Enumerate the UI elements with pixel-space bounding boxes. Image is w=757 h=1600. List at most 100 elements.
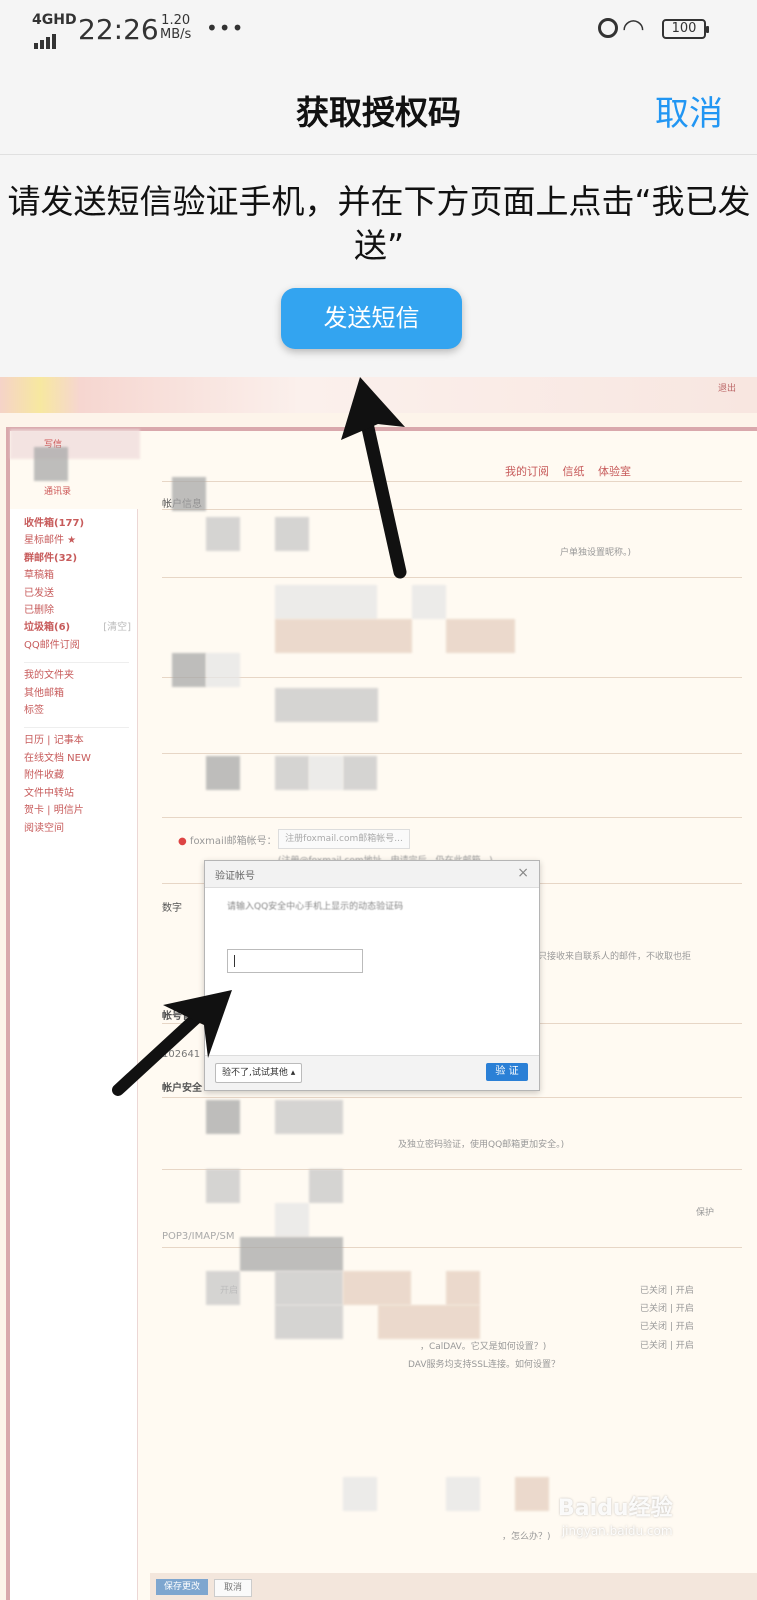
blurred-block — [343, 1271, 411, 1305]
blurred-block — [172, 477, 206, 511]
foxmail-label: ● foxmail邮箱帐号： — [178, 832, 277, 847]
imap-note: ，CalDAV。它又是如何设置？) — [420, 1342, 547, 1352]
foxmail-icon: ● — [178, 836, 187, 847]
security-note: 及独立密码验证，使用QQ邮箱更加安全。) — [398, 1140, 565, 1150]
toggle-1: 已关闭 | 开启 — [640, 1286, 694, 1296]
instruction-text: 请发送短信验证手机，并在下方页面上点击“我已发送” — [7, 182, 751, 265]
speed-unit: MB/s — [160, 27, 192, 42]
cancel-changes-button: 取消 — [214, 1579, 252, 1597]
blurred-block — [240, 1237, 343, 1271]
blurred-block — [206, 756, 240, 790]
blurred-block — [172, 653, 206, 687]
divider — [24, 721, 129, 729]
blurred-block — [34, 447, 68, 481]
blurred-block — [275, 1305, 343, 1339]
spam-label: 垃圾箱(6) — [24, 622, 71, 634]
settings-tabs: 我的订阅 信纸 体验室 — [505, 465, 631, 478]
blurred-block — [515, 1477, 549, 1511]
logout-link: 退出 — [718, 384, 737, 394]
sidebar-item-reading: 阅读空间 — [24, 822, 64, 834]
section-account-security: 帐户安全 — [162, 1083, 202, 1094]
blurred-block — [275, 1271, 343, 1305]
speed-value: 1.20 — [161, 13, 191, 28]
sidebar-item-group: 群邮件(32) — [24, 552, 78, 564]
section-account-mgmt: 帐号管 — [162, 1011, 192, 1022]
blurred-block — [206, 653, 240, 687]
verification-code-input — [227, 949, 363, 973]
more-notifications-icon: ••• — [206, 16, 245, 40]
compose-area — [10, 429, 140, 459]
divider — [162, 1169, 742, 1170]
divider — [24, 656, 129, 664]
alarm-icon — [598, 18, 618, 38]
blurred-block — [275, 756, 309, 790]
dialog-hint: 请输入QQ安全中心手机上显示的动态验证码 — [227, 902, 404, 912]
blurred-block — [309, 756, 343, 790]
contacts-link: 通讯录 — [44, 487, 72, 497]
blurred-block — [275, 1203, 309, 1237]
blurred-block — [343, 1477, 377, 1511]
toggle-2: 已关闭 | 开启 — [640, 1304, 694, 1314]
signal-icon — [34, 30, 58, 49]
blurred-block — [206, 1169, 240, 1203]
sidebar-item-sent: 已发送 — [24, 587, 54, 599]
section-digital: 数字 — [162, 903, 182, 914]
toggle-4: 已关闭 | 开启 — [640, 1341, 694, 1351]
foxmail-text: foxmail邮箱帐号： — [189, 836, 277, 847]
nav-bar: 获取授权码 取消 — [0, 58, 757, 155]
verify-dialog: 验证帐号 × 请输入QQ安全中心手机上显示的动态验证码 验不了,试试其他 ▴ 验… — [204, 860, 540, 1091]
divider — [162, 817, 742, 818]
blurred-block — [412, 585, 446, 619]
settings-bottom-bar: 保存更改 取消 — [150, 1573, 757, 1600]
divider — [162, 509, 742, 510]
blurred-block — [275, 585, 377, 619]
blurred-block — [206, 1271, 240, 1305]
sidebar-item-file-transfer: 文件中转站 — [24, 787, 74, 799]
clear-link: [清空] — [103, 622, 131, 634]
dialog-header: 验证帐号 × — [205, 861, 539, 888]
try-other-button: 验不了,试试其他 ▴ — [215, 1063, 303, 1083]
toggle-3: 已关闭 | 开启 — [640, 1322, 694, 1332]
baidu-watermark: Baidu经验 jingyan.baidu.com — [558, 1490, 673, 1538]
dialog-title: 验证帐号 — [215, 871, 255, 882]
watermark-brand: Baidu经验 — [558, 1496, 673, 1521]
blurred-block — [446, 1477, 480, 1511]
sidebar-item-folders: 我的文件夹 — [24, 670, 74, 682]
verify-button: 验 证 — [486, 1063, 528, 1081]
blurred-block — [343, 756, 377, 790]
sidebar-item-drafts: 草稿箱 — [24, 570, 54, 582]
blurred-block — [275, 688, 378, 722]
sidebar-item-inbox: 收件箱(177) — [24, 518, 85, 529]
bottom-note: ，怎么办？) — [502, 1532, 551, 1542]
sidebar-item-starred: 星标邮件 ★ — [24, 535, 77, 547]
sidebar-item-spam: 垃圾箱(6) [清空] — [24, 619, 137, 636]
screenshot-top-strip — [0, 377, 757, 413]
battery-icon: 100 — [662, 19, 709, 39]
sidebar-item-tags: 标签 — [24, 705, 44, 717]
sidebar-item-other-mail: 其他邮箱 — [24, 687, 64, 699]
sidebar-item-cards: 贺卡 | 明信片 — [24, 805, 84, 817]
blurred-block — [446, 1271, 480, 1305]
blurred-block — [206, 517, 240, 551]
section-pop: POP3/IMAP/SM — [162, 1231, 235, 1242]
blurred-block — [275, 619, 412, 653]
blurred-block — [206, 1100, 240, 1134]
sidebar-item-calendar: 日历 | 记事本 — [24, 735, 84, 747]
page-title: 获取授权码 — [296, 93, 461, 132]
watermark-url: jingyan.baidu.com — [561, 1524, 673, 1538]
send-sms-button[interactable]: 发送短信 — [281, 288, 462, 349]
divider — [162, 577, 742, 578]
sidebar-item-subscriptions: QQ邮件订阅 — [24, 639, 80, 651]
blurred-block — [275, 1100, 343, 1134]
network-type: 4GHD — [32, 12, 77, 28]
foxmail-register-button: 注册foxmail.com邮箱帐号... — [278, 829, 410, 849]
tutorial-screenshot: 退出 写信 通讯录 收件箱(177) 星标邮件 ★ 群邮件(32) 草稿箱 已发… — [0, 377, 757, 1600]
sidebar-item-docs: 在线文档 NEW — [24, 752, 91, 764]
protect-note: 保护 — [696, 1208, 715, 1218]
dialog-footer: 验不了,试试其他 ▴ 验 证 — [205, 1055, 539, 1090]
save-changes-button: 保存更改 — [156, 1579, 208, 1595]
cancel-button[interactable]: 取消 — [655, 86, 723, 135]
blurred-block — [446, 619, 515, 653]
blurred-block — [378, 1305, 480, 1339]
network-speed: 1.20 MB/s — [160, 14, 191, 42]
